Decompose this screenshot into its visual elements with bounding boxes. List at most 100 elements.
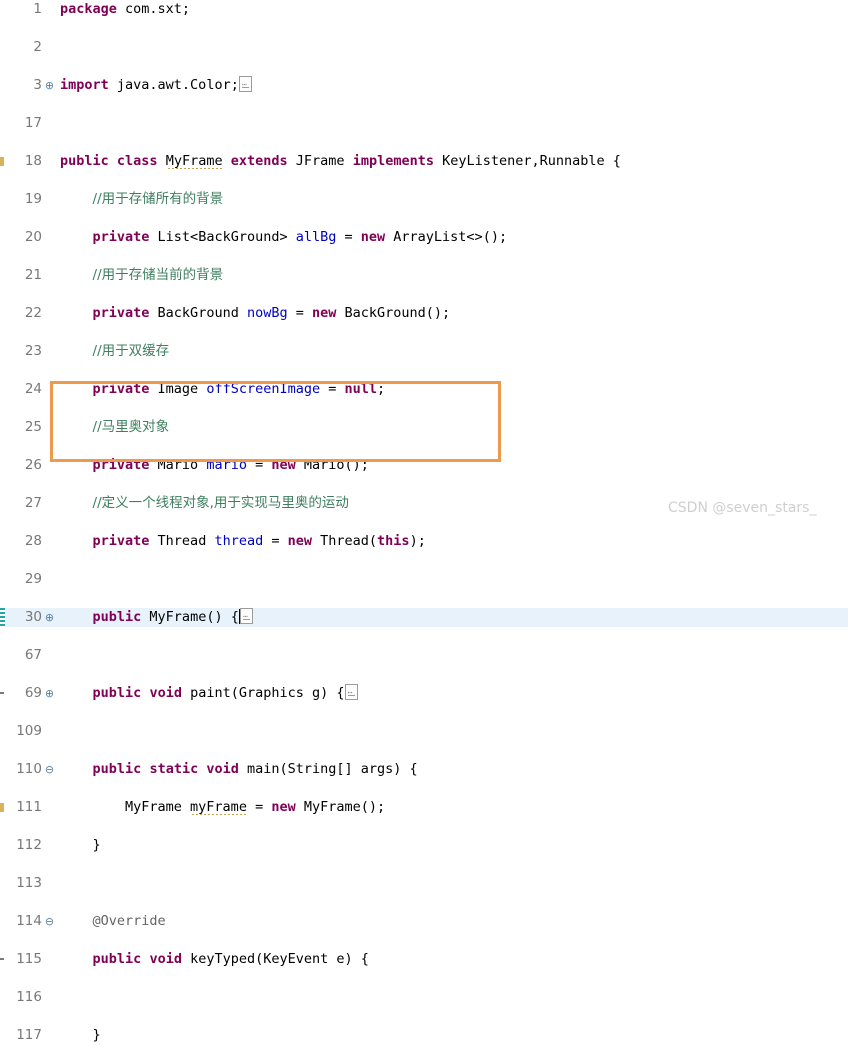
line-number: 116 <box>16 989 42 1005</box>
code-token: = <box>336 229 361 245</box>
code-token: = <box>287 305 312 321</box>
fold-expand-icon[interactable]: ⊕ <box>43 684 56 703</box>
code-text: public MyFrame() {⋯ <box>60 608 253 627</box>
line-number: 30 <box>24 609 42 625</box>
code-line[interactable]: 112 } <box>0 836 848 855</box>
code-token: public <box>92 685 142 701</box>
line-number: 109 <box>16 723 42 739</box>
code-text: } <box>60 1026 101 1045</box>
code-line[interactable]: 25 //马里奥对象 <box>0 418 848 437</box>
code-line[interactable]: 28 private Thread thread = new Thread(th… <box>0 532 848 551</box>
code-token: } <box>60 837 101 853</box>
code-line[interactable]: 20 private List<BackGround> allBg = new … <box>0 228 848 247</box>
line-number: 29 <box>24 571 42 587</box>
code-text: //用于存储当前的背景 <box>60 266 224 285</box>
fold-expand-icon[interactable]: ⊕ <box>43 608 56 627</box>
code-token: new <box>271 799 296 815</box>
code-line[interactable]: 114 ⊖ @Override <box>0 912 848 931</box>
code-token: = <box>246 457 272 473</box>
code-line[interactable]: 22 private BackGround nowBg = new BackGr… <box>0 304 848 323</box>
code-text: public static void main(String[] args) { <box>60 760 418 779</box>
code-line[interactable]: 3 ⊕ import java.awt.Color; ⋯ <box>0 76 848 95</box>
code-line[interactable]: 2 <box>0 38 848 57</box>
code-editor[interactable]: 1 package com.sxt; 2 3 ⊕ import java.awt.Colo… <box>0 0 848 1043</box>
code-line[interactable]: 117 } <box>0 1026 848 1045</box>
line-number: 20 <box>24 229 42 245</box>
line-number: 1 <box>33 1 42 17</box>
code-token: BackGround(); <box>336 305 451 321</box>
code-token: void <box>149 685 182 701</box>
code-line[interactable]: 30 ⊕ public MyFrame() {⋯ <box>0 608 848 627</box>
line-number: 26 <box>24 457 42 473</box>
fold-collapse-icon[interactable]: ⊖ <box>43 760 56 779</box>
code-text: package com.sxt; <box>60 0 190 19</box>
code-line[interactable]: 116 <box>0 988 848 1007</box>
line-number: 23 <box>24 343 42 359</box>
code-token: Thread <box>149 533 215 549</box>
collapsed-code-placeholder[interactable]: ⋯ <box>238 76 252 92</box>
code-token: MyFrame <box>60 799 191 815</box>
code-line[interactable]: 113 <box>0 874 848 893</box>
code-line[interactable]: 17 <box>0 114 848 133</box>
code-text: //用于存储所有的背景 <box>60 190 224 209</box>
code-token: public <box>60 153 109 169</box>
code-token: class <box>116 153 158 169</box>
line-number: 110 <box>16 761 42 777</box>
code-line[interactable]: 18 public class MyFrame extends JFrame im… <box>0 152 848 171</box>
line-number: 21 <box>24 267 42 283</box>
line-number: 112 <box>16 837 42 853</box>
code-token: private <box>92 381 150 397</box>
code-text: } <box>60 836 101 855</box>
code-token: new <box>360 229 386 245</box>
code-line[interactable]: 110 ⊖ public static void main(String[] ar… <box>0 760 848 779</box>
code-token: extends <box>230 153 288 169</box>
code-line[interactable]: 109 <box>0 722 848 741</box>
code-line[interactable]: 1 package com.sxt; <box>0 0 848 19</box>
code-line[interactable]: 23 //用于双缓存 <box>0 342 848 361</box>
code-token: JFrame <box>287 153 353 169</box>
code-line[interactable]: 111 MyFrame myFrame = new MyFrame(); <box>0 798 848 817</box>
code-token: List<BackGround> <box>149 229 296 245</box>
code-token: //定义一个线程对象,用于实现马里奥的运动 <box>92 495 349 511</box>
line-number: 3 <box>33 77 42 93</box>
code-text: //定义一个线程对象,用于实现马里奥的运动 <box>60 494 349 513</box>
code-token: MyFrame(); <box>295 799 386 815</box>
fold-expand-icon[interactable]: ⊕ <box>43 76 56 95</box>
code-token: this <box>377 533 410 549</box>
code-token: KeyListener,Runnable { <box>433 153 621 169</box>
line-number: 2 <box>33 39 42 55</box>
code-text: //用于双缓存 <box>60 342 170 361</box>
code-token: nowBg <box>246 305 288 321</box>
code-token: Mario <box>149 457 207 473</box>
collapsed-code-placeholder[interactable]: ⋯ <box>344 684 358 700</box>
code-token: static <box>149 761 199 777</box>
code-line[interactable]: 29 <box>0 570 848 589</box>
code-line[interactable]: 24 private Image offScreenImage = null; <box>0 380 848 399</box>
code-line[interactable]: 26 private Mario mario = new Mario(); <box>0 456 848 475</box>
code-line[interactable]: 67 <box>0 646 848 665</box>
code-line[interactable]: 19 //用于存储所有的背景 <box>0 190 848 209</box>
line-number: 27 <box>24 495 42 511</box>
line-number: 25 <box>24 419 42 435</box>
code-token: private <box>92 533 150 549</box>
code-token: new <box>271 457 296 473</box>
code-line[interactable]: 21 //用于存储当前的背景 <box>0 266 848 285</box>
code-line[interactable]: 115 public void keyTyped(KeyEvent e) { <box>0 950 848 969</box>
fold-collapse-icon[interactable]: ⊖ <box>43 912 56 931</box>
code-text: public void paint(Graphics g) {⋯ <box>60 684 358 703</box>
collapsed-code-placeholder[interactable]: ⋯ <box>239 608 253 624</box>
code-line[interactable]: 69 ⊕ public void paint(Graphics g) {⋯ <box>0 684 848 703</box>
